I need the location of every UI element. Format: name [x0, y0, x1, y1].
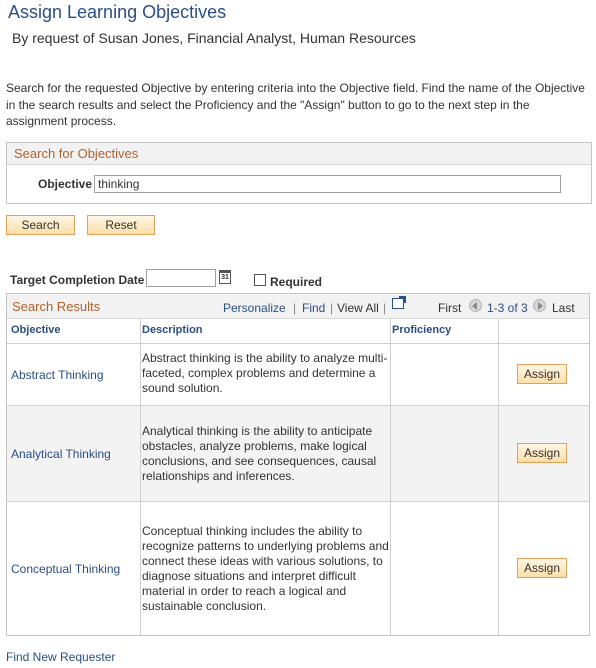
calendar-icon[interactable]: 31	[219, 270, 231, 284]
previous-row-icon[interactable]	[469, 299, 482, 312]
objective-link[interactable]: Analytical Thinking	[11, 447, 111, 461]
search-objectives-panel: Search for Objectives Objective	[6, 142, 592, 204]
column-header-action	[497, 319, 589, 344]
table-row: Abstract Thinking Abstract thinking is t…	[7, 344, 589, 406]
column-divider	[140, 319, 141, 635]
column-header-objective[interactable]: Objective	[7, 319, 138, 344]
target-completion-date-label: Target Completion Date	[10, 273, 145, 287]
column-header-proficiency[interactable]: Proficiency	[388, 319, 497, 344]
last-label: Last	[552, 301, 575, 315]
personalize-link[interactable]: Personalize	[223, 301, 286, 315]
next-row-icon[interactable]	[533, 299, 546, 312]
nav-separator: |	[293, 301, 297, 315]
zoom-icon[interactable]	[392, 296, 406, 309]
search-results-title: Search Results	[12, 299, 101, 314]
view-all-link[interactable]: View All	[337, 301, 379, 315]
table-row: Analytical Thinking Analytical thinking …	[7, 406, 589, 502]
find-new-requester-link[interactable]: Find New Requester	[6, 650, 115, 664]
nav-separator: |	[383, 301, 387, 315]
page-title: Assign Learning Objectives	[8, 2, 227, 22]
target-completion-date-input[interactable]	[146, 269, 216, 287]
nav-separator: |	[330, 301, 334, 315]
reset-button[interactable]: Reset	[87, 215, 155, 235]
objective-link[interactable]: Conceptual Thinking	[11, 562, 120, 576]
table-row: Conceptual Thinking Conceptual thinking …	[7, 502, 589, 635]
grid-header: Search Results Personalize | Find | View…	[7, 294, 589, 319]
column-divider	[390, 319, 391, 635]
row-range: 1-3 of 3	[487, 301, 528, 315]
assign-button[interactable]: Assign	[517, 443, 567, 463]
required-label: Required	[270, 275, 323, 289]
objective-description: Analytical thinking is the ability to an…	[142, 424, 377, 483]
objective-description: Conceptual thinking includes the ability…	[142, 524, 389, 613]
search-panel-header: Search for Objectives	[7, 143, 591, 165]
find-link[interactable]: Find	[302, 301, 325, 315]
column-header-description[interactable]: Description	[138, 319, 388, 344]
page-subtitle: By request of Susan Jones, Financial Ana…	[12, 30, 416, 46]
assign-button[interactable]: Assign	[517, 558, 567, 578]
objective-link[interactable]: Abstract Thinking	[11, 368, 104, 382]
search-results-grid: Search Results Personalize | Find | View…	[6, 293, 590, 636]
column-divider	[498, 319, 499, 635]
objective-label: Objective	[38, 177, 93, 191]
objective-input[interactable]	[94, 175, 561, 193]
objective-description: Abstract thinking is the ability to anal…	[142, 351, 388, 395]
assign-button[interactable]: Assign	[517, 364, 567, 384]
required-checkbox[interactable]	[254, 274, 266, 286]
search-button[interactable]: Search	[6, 215, 75, 235]
first-label: First	[438, 301, 462, 315]
instructions-text: Search for the requested Objective by en…	[6, 81, 585, 128]
